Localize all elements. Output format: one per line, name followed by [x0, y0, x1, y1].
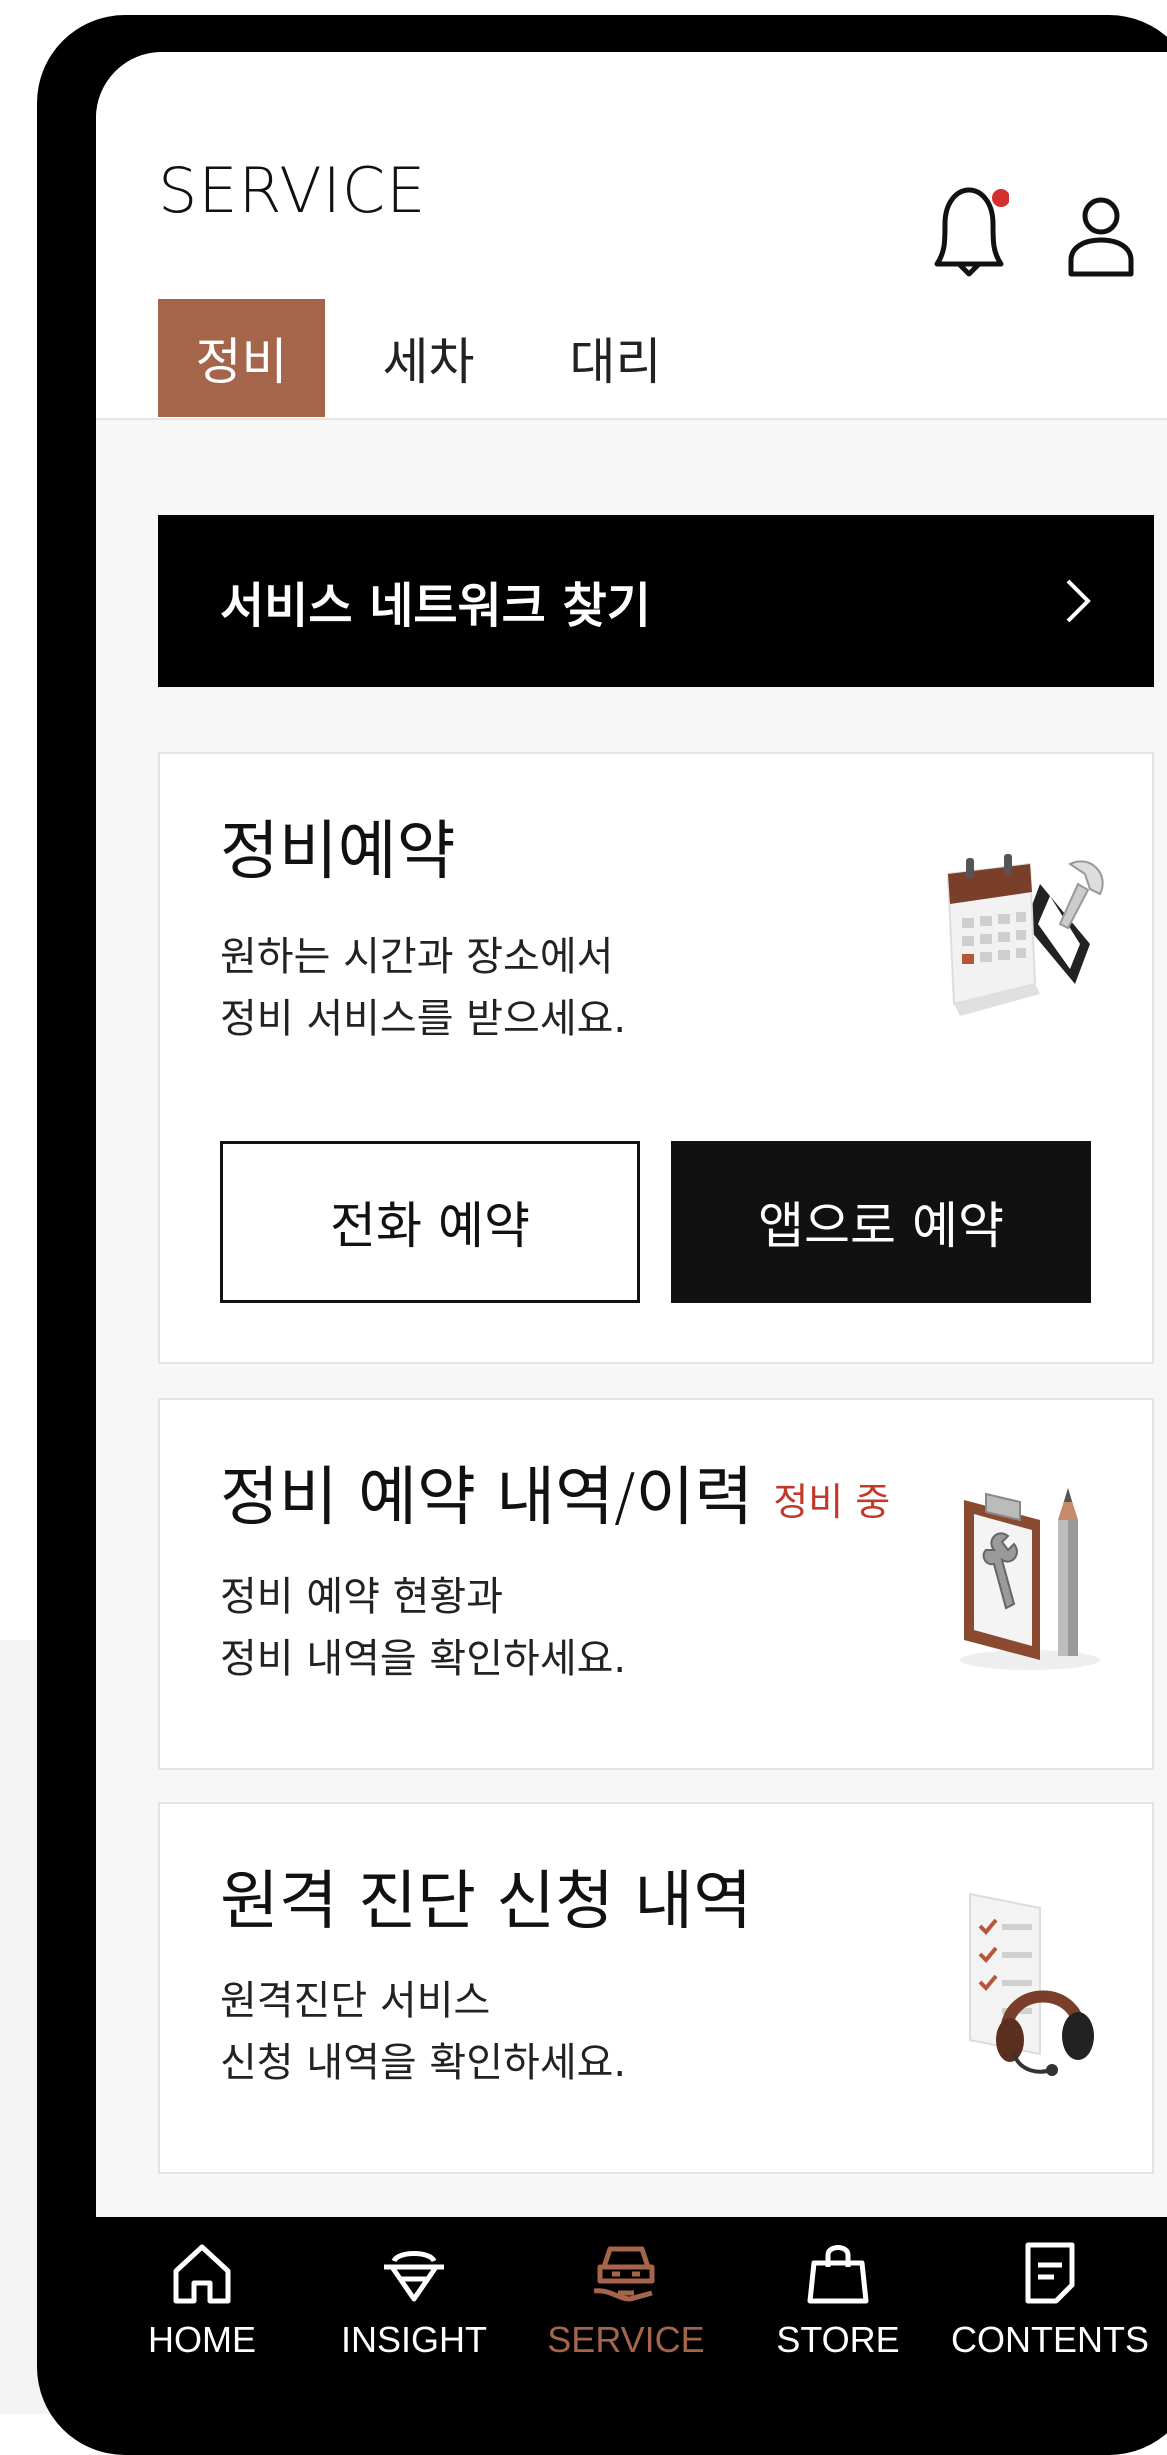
service-car-icon: [593, 2246, 655, 2302]
notification-dot: [992, 189, 1009, 207]
nav-label: HOME: [148, 2319, 256, 2360]
nav-insight[interactable]: INSIGHT: [308, 2217, 520, 2396]
checklist-headset-icon: [969, 1892, 1094, 2076]
card-title: 정비예약: [220, 815, 456, 889]
page-title: SERVICE: [158, 154, 427, 227]
nav-label: CONTENTS: [951, 2319, 1149, 2360]
card-desc-line2: 정비 내역을 확인하세요.: [220, 1636, 627, 1682]
clipboard-wrench-icon: [960, 1488, 1100, 1670]
user-profile-icon[interactable]: [1063, 164, 1139, 284]
card-title: 원격 진단 신청 내역: [220, 1865, 753, 1939]
card-desc-line2: 정비 서비스를 받으세요.: [220, 996, 627, 1042]
home-icon: [173, 2244, 231, 2304]
nav-label: SERVICE: [547, 2319, 705, 2360]
bottom-nav: HOME INSIGHT SERVICE STORE CONTENTS: [96, 2217, 1167, 2396]
maintenance-history-card[interactable]: 정비 예약 내역/이력 정비 중 정비 예약 현황과 정비 내역을 확인하세요.: [158, 1398, 1154, 1770]
phone-booking-button[interactable]: 전화 예약: [220, 1141, 640, 1303]
insight-icon: [384, 2251, 444, 2302]
header: SERVICE 정비 세차 대리: [96, 52, 1167, 420]
nav-service[interactable]: SERVICE: [520, 2217, 732, 2396]
card-desc-line1: 원격진단 서비스: [220, 1978, 491, 2024]
nav-contents[interactable]: CONTENTS: [944, 2217, 1156, 2396]
tab-maintenance[interactable]: 정비: [158, 299, 325, 417]
tab-car-wash[interactable]: 세차: [345, 299, 512, 417]
service-network-label: 서비스 네트워크 찾기: [220, 578, 651, 634]
tab-valet[interactable]: 대리: [532, 299, 699, 417]
remote-diagnosis-card[interactable]: 원격 진단 신청 내역 원격진단 서비스 신청 내역을 확인하세요.: [158, 1802, 1154, 2174]
chevron-right-icon: [1066, 579, 1091, 623]
service-network-button[interactable]: 서비스 네트워크 찾기: [158, 515, 1154, 687]
shopping-bag-icon: [807, 2245, 869, 2304]
nav-label: STORE: [776, 2319, 900, 2360]
card-desc-line1: 원하는 시간과 장소에서: [220, 934, 614, 980]
card-title: 정비 예약 내역/이력 정비 중: [220, 1466, 890, 1530]
card-desc-line1: 정비 예약 현황과: [220, 1574, 504, 1620]
phone-frame: SERVICE 정비 세차 대리 서비스 네트워크 찾기 정비예약 원하는 시간…: [37, 15, 1167, 2455]
notification-bell-icon[interactable]: [929, 160, 1009, 280]
nav-label: INSIGHT: [340, 2319, 487, 2360]
calendar-wrench-icon: [946, 854, 1104, 1016]
nav-home[interactable]: HOME: [96, 2217, 308, 2396]
document-icon: [1025, 2242, 1075, 2304]
nav-store[interactable]: STORE: [732, 2217, 944, 2396]
maintenance-booking-card: 정비예약 원하는 시간과 장소에서 정비 서비스를 받으세요. 전화 예약 앱으…: [158, 752, 1154, 1364]
screen: SERVICE 정비 세차 대리 서비스 네트워크 찾기 정비예약 원하는 시간…: [96, 52, 1167, 2396]
card-desc-line2: 신청 내역을 확인하세요.: [220, 2040, 627, 2086]
service-tabs: 정비 세차 대리: [158, 299, 699, 417]
status-badge: 정비 중: [773, 1479, 891, 1524]
app-booking-button[interactable]: 앱으로 예약: [671, 1141, 1091, 1303]
card-title-text: 정비 예약 내역/이력: [220, 1461, 754, 1535]
